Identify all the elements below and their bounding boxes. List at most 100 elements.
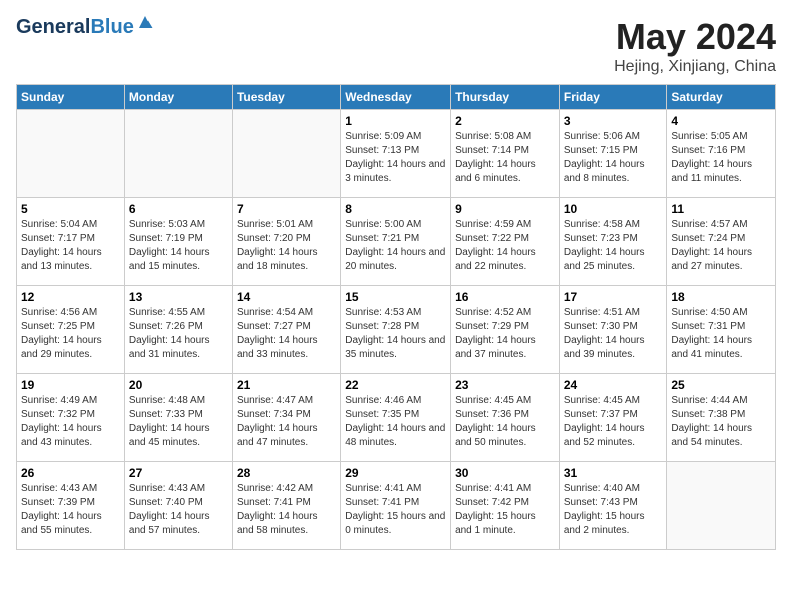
day-detail: Sunrise: 4:47 AM Sunset: 7:34 PM Dayligh… <box>237 394 336 450</box>
day-number: 6 <box>129 202 228 216</box>
logo-text: GeneralBlue <box>16 16 134 38</box>
day-detail: Sunrise: 5:01 AM Sunset: 7:20 PM Dayligh… <box>237 218 336 274</box>
calendar-body: 1Sunrise: 5:09 AM Sunset: 7:13 PM Daylig… <box>17 110 776 550</box>
calendar-header-row: SundayMondayTuesdayWednesdayThursdayFrid… <box>17 85 776 110</box>
day-detail: Sunrise: 4:57 AM Sunset: 7:24 PM Dayligh… <box>671 218 771 274</box>
weekday-header-sunday: Sunday <box>17 85 125 110</box>
calendar-cell: 29Sunrise: 4:41 AM Sunset: 7:41 PM Dayli… <box>341 462 451 550</box>
day-number: 13 <box>129 290 228 304</box>
day-detail: Sunrise: 5:06 AM Sunset: 7:15 PM Dayligh… <box>564 130 663 186</box>
day-detail: Sunrise: 4:45 AM Sunset: 7:36 PM Dayligh… <box>455 394 555 450</box>
location: Hejing, Xinjiang, China <box>614 58 776 76</box>
day-detail: Sunrise: 4:56 AM Sunset: 7:25 PM Dayligh… <box>21 306 120 362</box>
day-number: 26 <box>21 466 120 480</box>
day-detail: Sunrise: 4:49 AM Sunset: 7:32 PM Dayligh… <box>21 394 120 450</box>
day-detail: Sunrise: 4:50 AM Sunset: 7:31 PM Dayligh… <box>671 306 771 362</box>
day-number: 10 <box>564 202 663 216</box>
day-detail: Sunrise: 4:46 AM Sunset: 7:35 PM Dayligh… <box>345 394 446 450</box>
calendar-cell: 16Sunrise: 4:52 AM Sunset: 7:29 PM Dayli… <box>451 286 560 374</box>
calendar-cell: 31Sunrise: 4:40 AM Sunset: 7:43 PM Dayli… <box>559 462 667 550</box>
day-detail: Sunrise: 4:45 AM Sunset: 7:37 PM Dayligh… <box>564 394 663 450</box>
day-number: 21 <box>237 378 336 392</box>
calendar-cell: 8 Sunrise: 5:00 AM Sunset: 7:21 PM Daylig… <box>341 198 451 286</box>
weekday-header-thursday: Thursday <box>451 85 560 110</box>
day-number: 1 <box>345 114 446 128</box>
calendar-cell: 17 Sunrise: 4:51 AM Sunset: 7:30 PM Dayli… <box>559 286 667 374</box>
calendar-week-4: 19 Sunrise: 4:49 AM Sunset: 7:32 PM Dayli… <box>17 374 776 462</box>
weekday-header-friday: Friday <box>559 85 667 110</box>
calendar-cell: 15Sunrise: 4:53 AM Sunset: 7:28 PM Dayli… <box>341 286 451 374</box>
calendar-cell: 30 Sunrise: 4:41 AM Sunset: 7:42 PM Dayli… <box>451 462 560 550</box>
day-detail: Sunrise: 5:05 AM Sunset: 7:16 PM Dayligh… <box>671 130 771 186</box>
day-detail: Sunrise: 4:58 AM Sunset: 7:23 PM Dayligh… <box>564 218 663 274</box>
day-detail: Sunrise: 4:44 AM Sunset: 7:38 PM Dayligh… <box>671 394 771 450</box>
day-number: 16 <box>455 290 555 304</box>
day-number: 19 <box>21 378 120 392</box>
weekday-header-saturday: Saturday <box>667 85 776 110</box>
day-detail: Sunrise: 4:48 AM Sunset: 7:33 PM Dayligh… <box>129 394 228 450</box>
day-detail: Sunrise: 4:42 AM Sunset: 7:41 PM Dayligh… <box>237 482 336 538</box>
day-detail: Sunrise: 4:40 AM Sunset: 7:43 PM Dayligh… <box>564 482 663 538</box>
day-number: 28 <box>237 466 336 480</box>
page-header: GeneralBlue May 2024 Hejing, Xinjiang, C… <box>16 16 776 76</box>
day-number: 8 <box>345 202 446 216</box>
day-number: 11 <box>671 202 771 216</box>
day-number: 30 <box>455 466 555 480</box>
day-number: 15 <box>345 290 446 304</box>
calendar-week-3: 12 Sunrise: 4:56 AM Sunset: 7:25 PM Dayli… <box>17 286 776 374</box>
day-number: 2 <box>455 114 555 128</box>
day-detail: Sunrise: 4:41 AM Sunset: 7:42 PM Dayligh… <box>455 482 555 538</box>
day-number: 29 <box>345 466 446 480</box>
day-number: 25 <box>671 378 771 392</box>
day-detail: Sunrise: 4:55 AM Sunset: 7:26 PM Dayligh… <box>129 306 228 362</box>
calendar-cell: 21 Sunrise: 4:47 AM Sunset: 7:34 PM Dayli… <box>232 374 340 462</box>
day-number: 7 <box>237 202 336 216</box>
weekday-header-monday: Monday <box>124 85 232 110</box>
day-number: 3 <box>564 114 663 128</box>
day-number: 4 <box>671 114 771 128</box>
calendar-cell: 1Sunrise: 5:09 AM Sunset: 7:13 PM Daylig… <box>341 110 451 198</box>
calendar-cell: 4 Sunrise: 5:05 AM Sunset: 7:16 PM Daylig… <box>667 110 776 198</box>
day-number: 17 <box>564 290 663 304</box>
calendar-cell: 10 Sunrise: 4:58 AM Sunset: 7:23 PM Dayli… <box>559 198 667 286</box>
day-detail: Sunrise: 4:51 AM Sunset: 7:30 PM Dayligh… <box>564 306 663 362</box>
title-block: May 2024 Hejing, Xinjiang, China <box>614 16 776 76</box>
calendar-cell: 26 Sunrise: 4:43 AM Sunset: 7:39 PM Dayli… <box>17 462 125 550</box>
calendar-cell <box>124 110 232 198</box>
weekday-header-tuesday: Tuesday <box>232 85 340 110</box>
day-number: 9 <box>455 202 555 216</box>
day-detail: Sunrise: 4:59 AM Sunset: 7:22 PM Dayligh… <box>455 218 555 274</box>
month-title: May 2024 <box>614 16 776 58</box>
calendar-cell: 23 Sunrise: 4:45 AM Sunset: 7:36 PM Dayli… <box>451 374 560 462</box>
day-number: 12 <box>21 290 120 304</box>
calendar-week-2: 5Sunrise: 5:04 AM Sunset: 7:17 PM Daylig… <box>17 198 776 286</box>
calendar-cell <box>232 110 340 198</box>
calendar-cell: 24Sunrise: 4:45 AM Sunset: 7:37 PM Dayli… <box>559 374 667 462</box>
calendar-cell: 3 Sunrise: 5:06 AM Sunset: 7:15 PM Daylig… <box>559 110 667 198</box>
calendar-cell <box>667 462 776 550</box>
day-number: 14 <box>237 290 336 304</box>
calendar-cell: 25 Sunrise: 4:44 AM Sunset: 7:38 PM Dayli… <box>667 374 776 462</box>
day-number: 23 <box>455 378 555 392</box>
calendar-cell: 22Sunrise: 4:46 AM Sunset: 7:35 PM Dayli… <box>341 374 451 462</box>
calendar-cell: 14 Sunrise: 4:54 AM Sunset: 7:27 PM Dayli… <box>232 286 340 374</box>
calendar-cell: 28 Sunrise: 4:42 AM Sunset: 7:41 PM Dayli… <box>232 462 340 550</box>
logo: GeneralBlue <box>16 16 154 38</box>
calendar-cell: 12 Sunrise: 4:56 AM Sunset: 7:25 PM Dayli… <box>17 286 125 374</box>
calendar-cell: 9 Sunrise: 4:59 AM Sunset: 7:22 PM Daylig… <box>451 198 560 286</box>
day-detail: Sunrise: 4:43 AM Sunset: 7:39 PM Dayligh… <box>21 482 120 538</box>
day-detail: Sunrise: 5:00 AM Sunset: 7:21 PM Dayligh… <box>345 218 446 274</box>
day-number: 20 <box>129 378 228 392</box>
logo-icon <box>136 13 154 31</box>
calendar-cell: 13 Sunrise: 4:55 AM Sunset: 7:26 PM Dayli… <box>124 286 232 374</box>
day-detail: Sunrise: 4:43 AM Sunset: 7:40 PM Dayligh… <box>129 482 228 538</box>
calendar-cell: 5Sunrise: 5:04 AM Sunset: 7:17 PM Daylig… <box>17 198 125 286</box>
calendar-cell: 27 Sunrise: 4:43 AM Sunset: 7:40 PM Dayli… <box>124 462 232 550</box>
calendar-cell: 7 Sunrise: 5:01 AM Sunset: 7:20 PM Daylig… <box>232 198 340 286</box>
day-number: 18 <box>671 290 771 304</box>
day-number: 27 <box>129 466 228 480</box>
day-detail: Sunrise: 4:54 AM Sunset: 7:27 PM Dayligh… <box>237 306 336 362</box>
weekday-header-wednesday: Wednesday <box>341 85 451 110</box>
day-detail: Sunrise: 5:03 AM Sunset: 7:19 PM Dayligh… <box>129 218 228 274</box>
calendar-cell: 19 Sunrise: 4:49 AM Sunset: 7:32 PM Dayli… <box>17 374 125 462</box>
